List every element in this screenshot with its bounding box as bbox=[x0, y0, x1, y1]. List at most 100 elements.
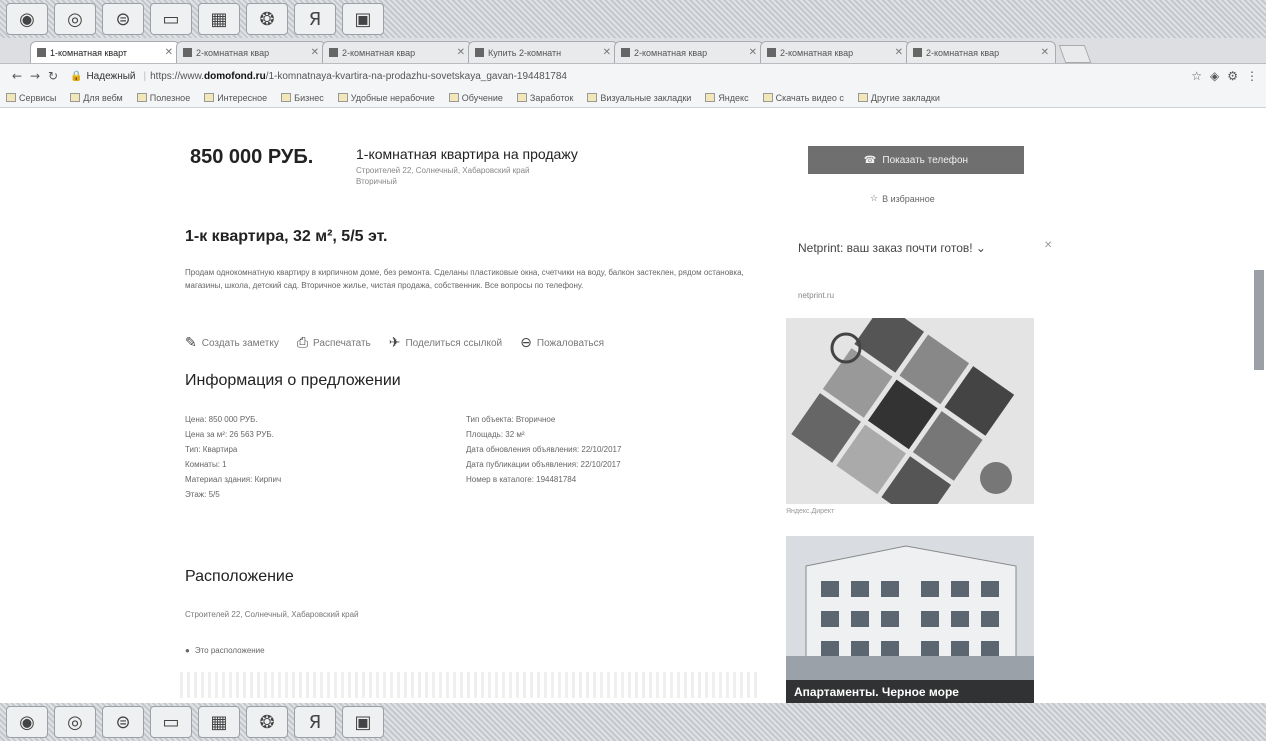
extension-icon[interactable]: ◈ bbox=[1210, 69, 1219, 83]
pin-icon: ● bbox=[185, 646, 190, 655]
listing-price: 850 000 РУБ. bbox=[190, 146, 314, 168]
close-icon[interactable]: ✕ bbox=[311, 47, 319, 58]
tab-1[interactable]: 1-комнатная кварт ✕ bbox=[30, 41, 180, 63]
photo-collage-image bbox=[786, 318, 1034, 504]
bookmark-item[interactable]: Скачать видео с bbox=[762, 93, 844, 103]
listing-actions: ✎ Создать заметку ⎙ Распечатать ✈ Поделитьс… bbox=[185, 335, 604, 351]
bookmark-item[interactable]: Заработок bbox=[516, 93, 573, 103]
tab-label: 2-комнатная квар bbox=[780, 47, 854, 58]
listing-title: 1-комнатная квартира на продажу bbox=[356, 146, 578, 162]
info-item: Цена: 850 000 РУБ. bbox=[185, 415, 258, 424]
folder-icon bbox=[516, 93, 527, 102]
chrome-icon[interactable]: ◉ bbox=[6, 3, 48, 35]
listing-type: Вторичный bbox=[356, 177, 397, 186]
tab-label: 1-комнатная кварт bbox=[50, 47, 128, 58]
info-item: Дата публикации объявления: 22/10/2017 bbox=[466, 460, 621, 469]
tab-label: 2-комнатная квар bbox=[196, 47, 270, 58]
archive-icon[interactable]: ▣ bbox=[342, 706, 384, 738]
listing-headline: 1-к квартира, 32 м², 5/5 эт. bbox=[185, 228, 388, 245]
tab-3[interactable]: 2-комнатная квар ✕ bbox=[322, 41, 472, 63]
tab-label: 2-комнатная квар bbox=[342, 47, 416, 58]
folder-icon bbox=[448, 93, 459, 102]
new-tab-button[interactable] bbox=[1058, 45, 1092, 63]
chrome-icon[interactable]: ◉ bbox=[6, 706, 48, 738]
folder-icon[interactable]: ▭ bbox=[150, 706, 192, 738]
url-domain: domofond.ru bbox=[204, 70, 266, 82]
forward-icon[interactable]: → bbox=[26, 69, 44, 83]
close-icon[interactable]: ✕ bbox=[603, 47, 611, 58]
listing-description: Продам однокомнатную квартиру в кирпично… bbox=[185, 268, 744, 290]
taskbar-top: ◉ ◎ ⊜ ▭ ▦ ❂ Я ▣ bbox=[0, 0, 1266, 38]
complaint-icon: ⊖ bbox=[520, 335, 532, 351]
tab-label: 2-комнатная квар bbox=[926, 47, 1000, 58]
media-icon[interactable]: ❂ bbox=[246, 706, 288, 738]
create-note-button[interactable]: ✎ Создать заметку bbox=[185, 335, 279, 351]
tab-4[interactable]: Купить 2-комнатн ✕ bbox=[468, 41, 618, 63]
folder-icon bbox=[204, 93, 215, 102]
close-icon[interactable]: ✕ bbox=[1041, 47, 1049, 58]
bookmark-item[interactable]: Полезное bbox=[136, 93, 190, 103]
settings-icon[interactable]: ⚙ bbox=[1227, 69, 1238, 83]
location-address: Строителей 22, Солнечный, Хабаровский кр… bbox=[185, 610, 359, 619]
bookmark-item[interactable]: Для вебм bbox=[70, 93, 123, 103]
back-icon[interactable]: ← bbox=[8, 69, 26, 83]
tab-7[interactable]: 2-комнатная квар ✕ bbox=[906, 41, 1056, 63]
pencil-icon: ✎ bbox=[185, 335, 197, 351]
tab-strip: 1-комнатная кварт ✕ 2-комнатная квар ✕ 2-к… bbox=[0, 38, 1266, 64]
folder-icon[interactable]: ▭ bbox=[150, 3, 192, 35]
folder-icon bbox=[762, 93, 773, 102]
document-icon[interactable]: ▦ bbox=[198, 706, 240, 738]
star-icon: ☆ bbox=[870, 193, 879, 203]
listing-address[interactable]: Строителей 22, Солнечный, Хабаровский кр… bbox=[356, 166, 756, 175]
yandex-icon[interactable]: Я bbox=[294, 706, 336, 738]
globe-icon[interactable]: ◎ bbox=[54, 706, 96, 738]
close-icon[interactable]: ✕ bbox=[895, 47, 903, 58]
bookmark-item[interactable]: Визуальные закладки bbox=[587, 93, 691, 103]
info-item: Этаж: 5/5 bbox=[185, 490, 220, 499]
share-button[interactable]: ✈ Поделиться ссылкой bbox=[389, 335, 502, 351]
show-phone-button[interactable]: ☎ Показать телефон bbox=[808, 146, 1024, 174]
tab-2[interactable]: 2-комнатная квар ✕ bbox=[176, 41, 326, 63]
close-icon[interactable]: ✕ bbox=[749, 47, 757, 58]
bookmark-item[interactable]: Бизнес bbox=[281, 93, 324, 103]
close-icon[interactable]: ✕ bbox=[457, 47, 465, 58]
favicon-icon bbox=[37, 48, 46, 57]
favorite-link[interactable]: ☆ В избранное bbox=[870, 193, 935, 204]
ad-title[interactable]: Netprint: ваш заказ почти готов! ⌄ bbox=[798, 241, 1038, 256]
document-icon[interactable]: ▦ bbox=[198, 3, 240, 35]
reload-icon[interactable]: ↻ bbox=[44, 69, 62, 83]
media-icon[interactable]: ❂ bbox=[246, 3, 288, 35]
ad-domain[interactable]: netprint.ru bbox=[798, 291, 834, 300]
tab-6[interactable]: 2-комнатная квар ✕ bbox=[760, 41, 910, 63]
info-item: Комнаты: 1 bbox=[185, 460, 227, 469]
url-field[interactable]: 🔒 Надежный | https://www. domofond.ru/1-k… bbox=[70, 67, 1183, 85]
bookmarks-bar: Сервисы Для вебм Полезное Интересное Биз… bbox=[0, 88, 1266, 108]
archive-icon[interactable]: ▣ bbox=[342, 3, 384, 35]
bookmark-item[interactable]: Обучение bbox=[448, 93, 503, 103]
close-icon[interactable]: ✕ bbox=[1044, 240, 1052, 251]
star-icon[interactable]: ☆ bbox=[1191, 69, 1202, 83]
print-button[interactable]: ⎙ Распечатать bbox=[297, 335, 371, 351]
close-icon[interactable]: ✕ bbox=[165, 47, 173, 58]
ie-icon[interactable]: ⊜ bbox=[102, 3, 144, 35]
ad-banner[interactable]: Апартаменты. Черное море bbox=[786, 536, 1034, 704]
ie-icon[interactable]: ⊜ bbox=[102, 706, 144, 738]
folder-icon bbox=[70, 93, 81, 102]
ad-image[interactable] bbox=[786, 318, 1034, 504]
complain-button[interactable]: ⊖ Пожаловаться bbox=[520, 335, 604, 351]
map-link[interactable]: ● Это расположение bbox=[185, 646, 265, 655]
favicon-icon bbox=[913, 48, 922, 57]
share-icon: ✈ bbox=[388, 335, 401, 351]
bookmark-item[interactable]: Яндекс bbox=[705, 93, 749, 103]
info-item: Тип объекта: Вторичное bbox=[466, 415, 556, 424]
menu-icon[interactable]: ⋮ bbox=[1246, 69, 1258, 83]
yandex-icon[interactable]: Я bbox=[294, 3, 336, 35]
building-image bbox=[786, 536, 1034, 704]
bookmark-item[interactable]: Другие закладки bbox=[857, 93, 940, 103]
bookmark-item[interactable]: Интересное bbox=[204, 93, 267, 103]
tab-5[interactable]: 2-комнатная квар ✕ bbox=[614, 41, 764, 63]
bookmark-item[interactable]: Сервисы bbox=[6, 93, 56, 103]
bookmark-item[interactable]: Удобные нерабочие bbox=[337, 93, 435, 103]
scrollbar-thumb[interactable] bbox=[1254, 270, 1264, 370]
globe-icon[interactable]: ◎ bbox=[54, 3, 96, 35]
